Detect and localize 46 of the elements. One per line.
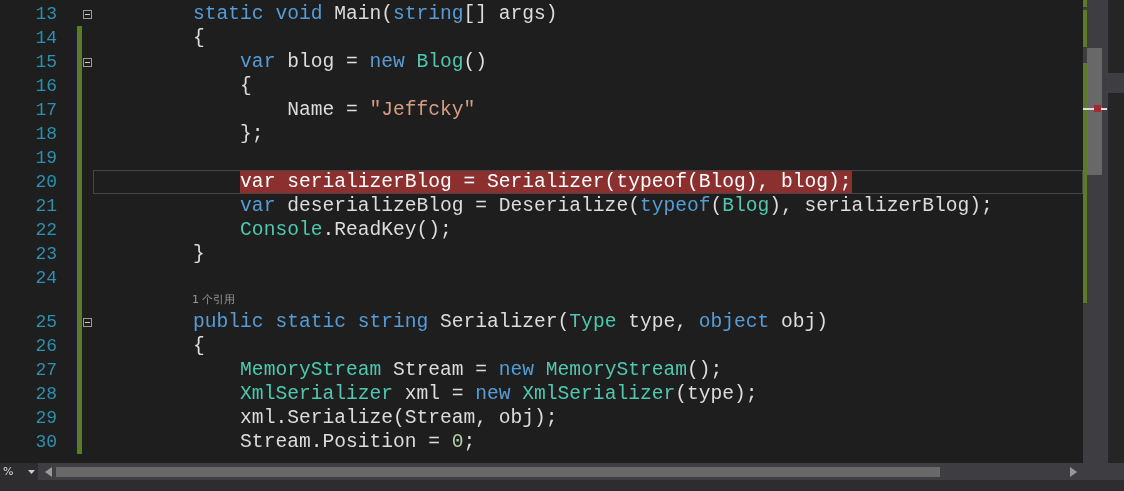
line-number: 14 bbox=[34, 27, 57, 50]
line-number: 25 bbox=[34, 311, 57, 334]
code-line: XmlSerializer xml = new XmlSerializer(type); bbox=[240, 383, 758, 405]
line-number: 23 bbox=[34, 243, 57, 266]
line-number: 28 bbox=[34, 383, 57, 406]
collapse-icon[interactable] bbox=[83, 9, 92, 19]
line-number: 22 bbox=[34, 219, 57, 242]
code-line: Name = "Jeffcky" bbox=[287, 99, 476, 121]
code-line: public static string Serializer(Type type, object obj) bbox=[193, 311, 829, 333]
scroll-right-icon[interactable] bbox=[1070, 466, 1077, 477]
code-line: } bbox=[193, 243, 205, 265]
line-number: 16 bbox=[34, 75, 57, 98]
line-number: 30 bbox=[34, 431, 57, 454]
line-number: 18 bbox=[34, 123, 57, 146]
vertical-scrollbar[interactable] bbox=[1083, 0, 1107, 463]
horizontal-scrollbar[interactable]: % bbox=[0, 463, 1124, 480]
code-line: { bbox=[193, 335, 205, 357]
code-line: { bbox=[240, 75, 252, 97]
code-line: Console.ReadKey(); bbox=[240, 219, 452, 241]
code-line: Stream.Position = 0; bbox=[240, 431, 476, 453]
caret-icon bbox=[28, 469, 35, 474]
line-number: 24 bbox=[34, 267, 57, 290]
code-line: MemoryStream Stream = new MemoryStream(); bbox=[240, 359, 723, 381]
line-number: 21 bbox=[34, 195, 57, 218]
code-line: xml.Serialize(Stream, obj); bbox=[240, 407, 558, 429]
line-number: 29 bbox=[34, 407, 57, 430]
line-number: 19 bbox=[34, 147, 57, 170]
code-line: }; bbox=[240, 123, 264, 145]
scroll-left-icon[interactable] bbox=[45, 466, 52, 477]
line-number: 13 bbox=[34, 3, 57, 26]
scrollbar-thumb[interactable] bbox=[56, 466, 940, 477]
scrollbar-thumb[interactable] bbox=[1087, 48, 1102, 175]
code-line: var blog = new Blog() bbox=[240, 51, 488, 73]
collapse-icon[interactable] bbox=[83, 317, 92, 327]
collapse-icon[interactable] bbox=[83, 57, 92, 67]
code-line: var deserializeBlog = Deserialize(typeof(Blog), serializerBlog); bbox=[240, 195, 993, 217]
zoom-dropdown[interactable]: % bbox=[0, 463, 38, 480]
line-number: 27 bbox=[34, 359, 57, 382]
code-line: static void Main(string[] args) bbox=[193, 3, 558, 25]
line-number: 17 bbox=[34, 99, 57, 122]
reference-count[interactable]: 1 个引用 bbox=[192, 293, 236, 306]
line-number: 20 bbox=[34, 171, 57, 194]
code-line: { bbox=[193, 27, 205, 49]
breakpoint-marker bbox=[1094, 105, 1101, 112]
line-number: 15 bbox=[34, 51, 57, 74]
line-number: 26 bbox=[34, 335, 57, 358]
